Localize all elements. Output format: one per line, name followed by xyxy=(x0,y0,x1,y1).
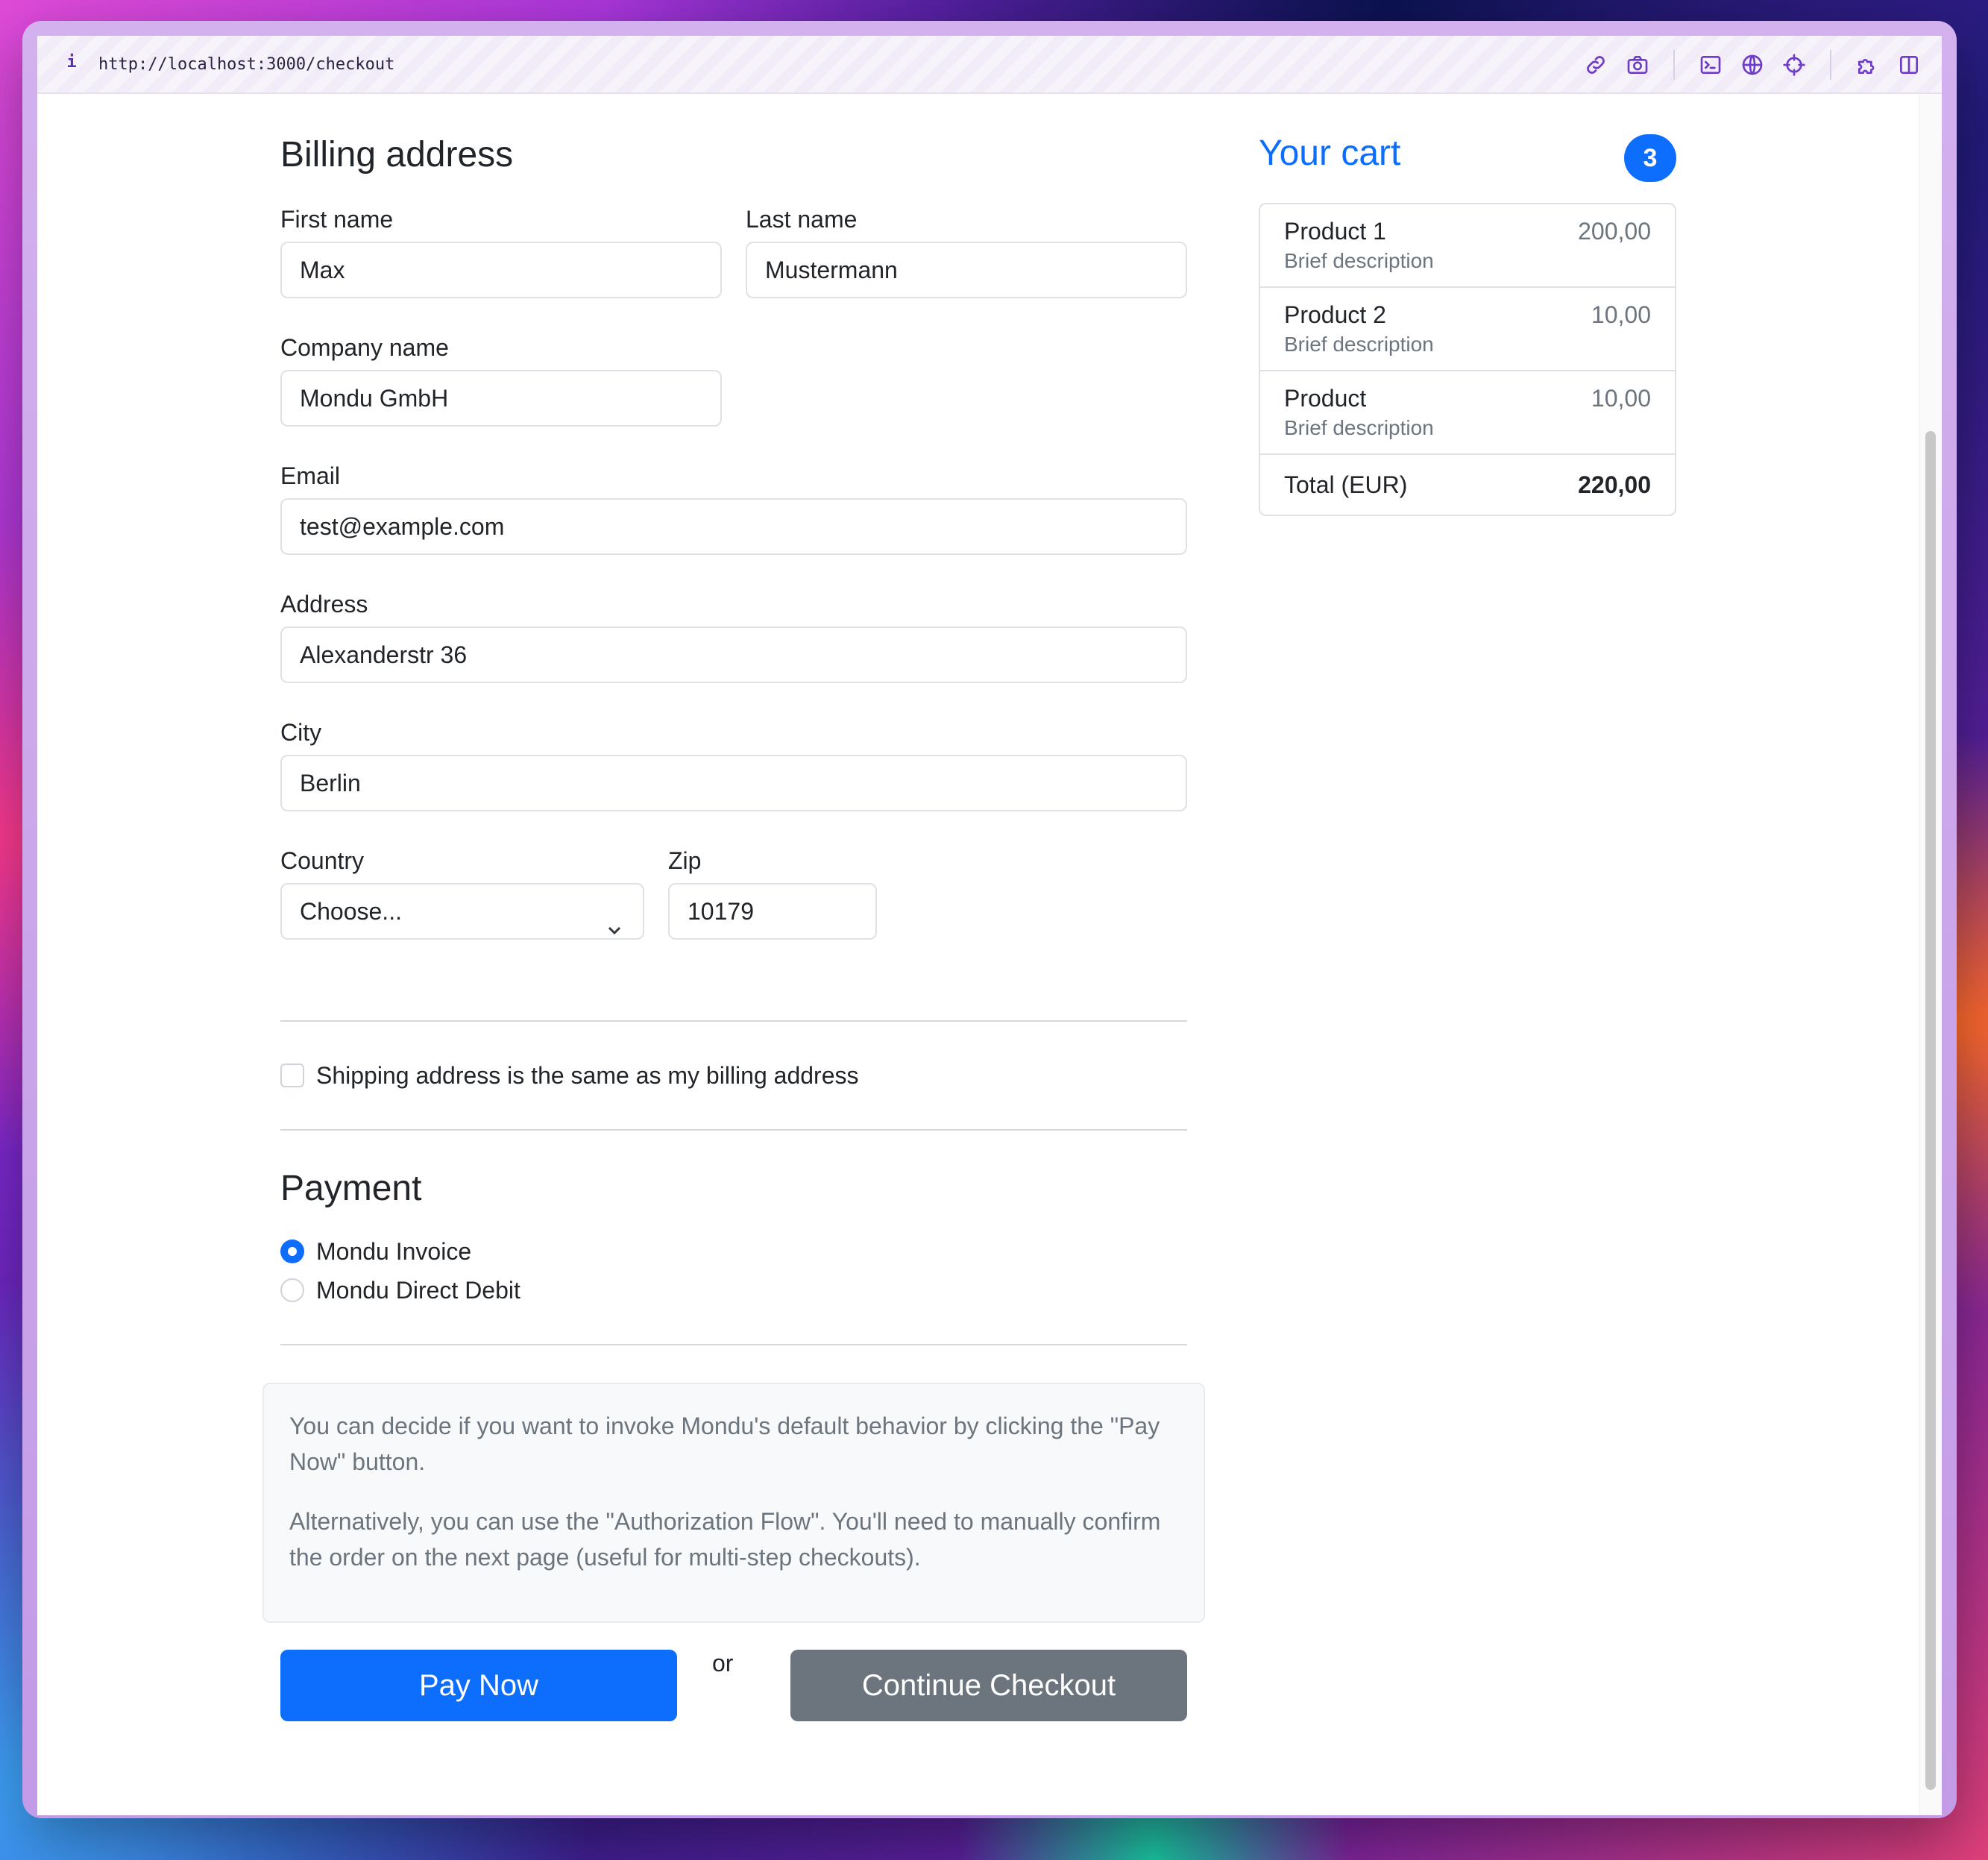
cart-total-row: Total (EUR) 220,00 xyxy=(1260,455,1675,515)
cart-item-description: Brief description xyxy=(1284,333,1434,356)
cart-total-label: Total (EUR) xyxy=(1284,471,1408,498)
zip-field[interactable]: 10179 xyxy=(668,883,877,940)
chevron-down-icon xyxy=(605,904,623,935)
checkout-page: Billing address First name Max Last name… xyxy=(37,94,1919,1815)
cart-item-description: Brief description xyxy=(1284,249,1434,272)
payment-option-label[interactable]: Mondu Direct Debit xyxy=(316,1277,520,1304)
last-name-field[interactable]: Mustermann xyxy=(746,242,1187,298)
info-panel: You can decide if you want to invoke Mon… xyxy=(262,1383,1205,1623)
toolbar-divider xyxy=(1673,50,1675,80)
cart-item-price: 10,00 xyxy=(1591,301,1651,328)
toolbar-icons xyxy=(1569,46,1924,84)
first-name-label: First name xyxy=(280,206,394,233)
cart-item-description: Brief description xyxy=(1284,416,1434,439)
continue-checkout-button[interactable]: Continue Checkout xyxy=(790,1650,1187,1721)
divider xyxy=(280,1020,1187,1022)
billing-title: Billing address xyxy=(280,135,514,175)
info-icon[interactable]: i xyxy=(64,49,79,76)
browser-viewport: i http://localhost:3000/checkout Billing… xyxy=(37,36,1942,1815)
same-address-label[interactable]: Shipping address is the same as my billi… xyxy=(316,1062,858,1090)
cart-item-name: Product 2 xyxy=(1284,301,1386,328)
country-select[interactable]: Choose... xyxy=(280,883,644,940)
scrollbar[interactable] xyxy=(1919,94,1942,1815)
browser-toolbar: i http://localhost:3000/checkout xyxy=(37,36,1942,94)
payment-option-radio-invoice[interactable] xyxy=(280,1240,304,1263)
cart-item-price: 200,00 xyxy=(1578,218,1651,245)
cart-title: Your cart xyxy=(1259,133,1401,173)
url-bar[interactable]: http://localhost:3000/checkout xyxy=(98,52,394,78)
company-label: Company name xyxy=(280,334,449,361)
cart-item-name: Product xyxy=(1284,385,1367,412)
city-label: City xyxy=(280,719,322,746)
browser-window: i http://localhost:3000/checkout Billing… xyxy=(22,21,1957,1818)
payment-option-label[interactable]: Mondu Invoice xyxy=(316,1238,471,1266)
pay-now-button[interactable]: Pay Now xyxy=(280,1650,677,1721)
last-name-label: Last name xyxy=(746,206,858,233)
email-label: Email xyxy=(280,462,341,489)
city-field[interactable]: Berlin xyxy=(280,755,1187,811)
country-label: Country xyxy=(280,847,365,874)
cart-item-price: 10,00 xyxy=(1591,385,1651,412)
scrollbar-thumb[interactable] xyxy=(1925,431,1936,1790)
address-label: Address xyxy=(280,591,368,618)
cart-item-name: Product 1 xyxy=(1284,218,1386,245)
zip-label: Zip xyxy=(668,847,702,874)
sidebar-icon[interactable] xyxy=(1894,50,1924,80)
camera-icon[interactable] xyxy=(1623,50,1652,80)
terminal-icon[interactable] xyxy=(1696,50,1726,80)
link-icon[interactable] xyxy=(1581,50,1611,80)
crosshair-icon[interactable] xyxy=(1779,50,1809,80)
or-separator: or xyxy=(712,1650,734,1677)
toolbar-divider xyxy=(1830,50,1831,80)
globe-icon[interactable] xyxy=(1737,50,1767,80)
divider xyxy=(280,1344,1187,1345)
payment-title: Payment xyxy=(280,1169,422,1208)
puzzle-icon[interactable] xyxy=(1852,50,1882,80)
same-address-checkbox[interactable] xyxy=(280,1063,304,1087)
info-paragraph: Alternatively, you can use the "Authoriz… xyxy=(289,1508,1161,1571)
cart-item: Product 1 Brief description 200,00 xyxy=(1260,204,1675,288)
info-paragraph: You can decide if you want to invoke Mon… xyxy=(289,1413,1160,1475)
payment-option-radio-direct-debit[interactable] xyxy=(280,1278,304,1302)
company-field[interactable]: Mondu GmbH xyxy=(280,370,722,427)
email-field[interactable]: test@example.com xyxy=(280,498,1187,555)
cart-total-value: 220,00 xyxy=(1578,471,1651,498)
cart-count-badge: 3 xyxy=(1624,134,1676,182)
country-select-value: Choose... xyxy=(300,898,402,925)
cart-item: Product 2 Brief description 10,00 xyxy=(1260,288,1675,371)
cart-list: Product 1 Brief description 200,00 Produ… xyxy=(1259,203,1676,516)
address-field[interactable]: Alexanderstr 36 xyxy=(280,626,1187,683)
divider xyxy=(280,1129,1187,1131)
first-name-field[interactable]: Max xyxy=(280,242,722,298)
cart-item: Product Brief description 10,00 xyxy=(1260,371,1675,455)
